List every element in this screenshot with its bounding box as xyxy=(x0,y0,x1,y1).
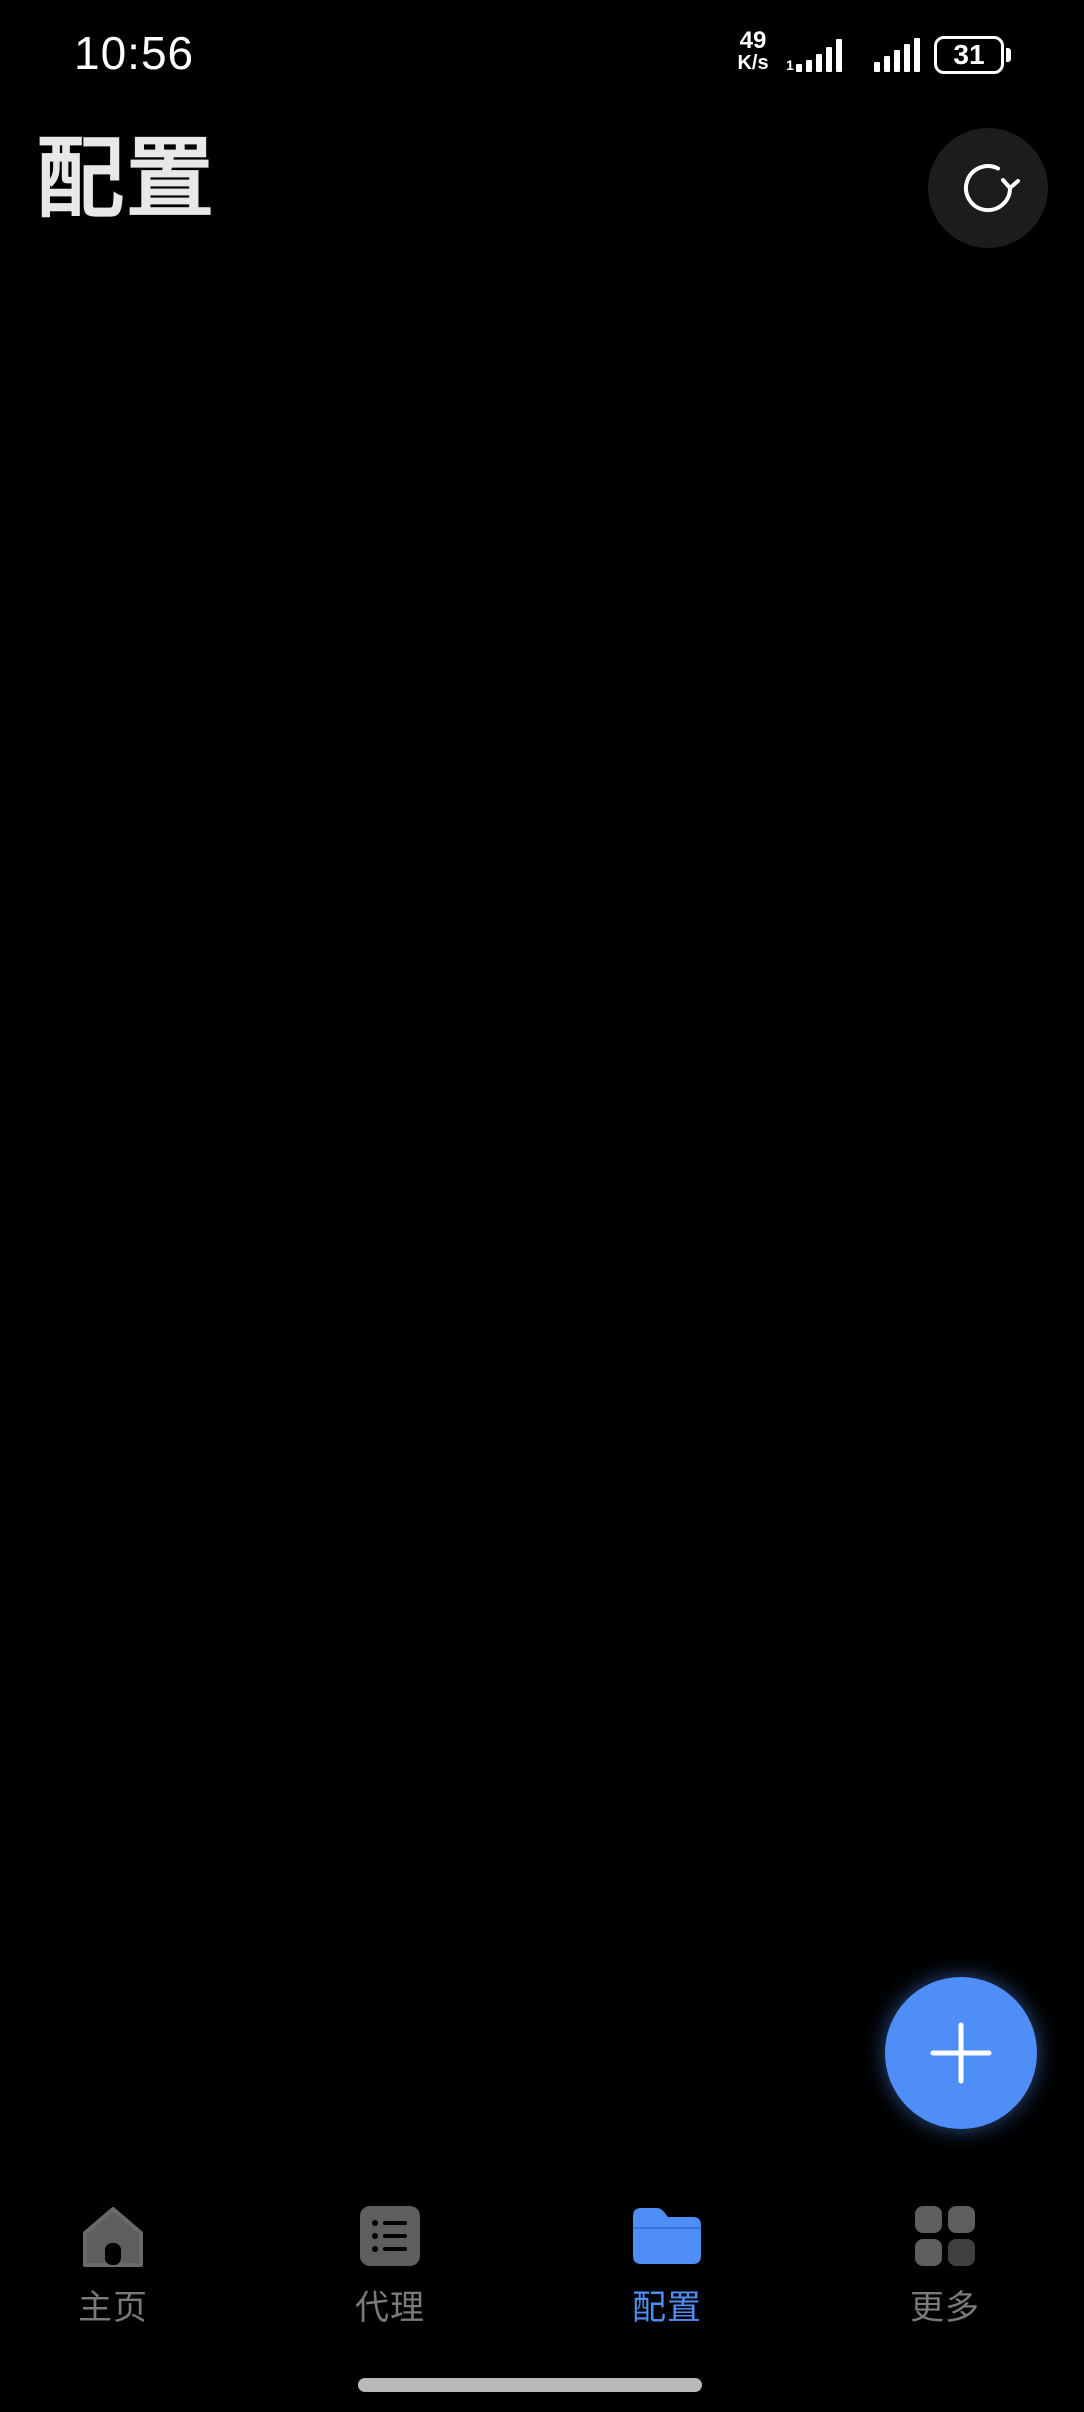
plus-icon xyxy=(930,2022,992,2084)
home-indicator[interactable] xyxy=(358,2378,702,2392)
signal-strength-icon: 1 xyxy=(786,39,842,73)
nav-label-config: 配置 xyxy=(632,2288,702,2328)
network-speed-unit: K/s xyxy=(737,52,769,74)
nav-item-config[interactable]: 配置 xyxy=(577,2190,757,2340)
bottom-nav: 主页 代理 配置 更多 xyxy=(0,2190,1084,2350)
page-title: 配置 xyxy=(36,127,217,230)
nav-item-home[interactable]: 主页 xyxy=(23,2190,203,2340)
home-icon xyxy=(77,2200,149,2272)
nav-label-home: 主页 xyxy=(78,2288,148,2328)
nav-item-more[interactable]: 更多 xyxy=(855,2190,1035,2340)
refresh-icon xyxy=(964,164,1020,213)
network-speed-value: 49 xyxy=(739,27,767,54)
battery-icon: 31 xyxy=(934,36,1004,74)
nav-label-more: 更多 xyxy=(910,2288,980,2328)
network-speed: 49 K/s xyxy=(730,27,776,75)
nav-item-proxy[interactable]: 代理 xyxy=(300,2190,480,2340)
status-bar: 10:56 49 K/s 1 31 xyxy=(0,0,1084,110)
add-config-button[interactable] xyxy=(885,1977,1037,2129)
list-icon xyxy=(354,2200,426,2272)
status-time: 10:56 xyxy=(74,27,195,79)
signal-strength-icon-2 xyxy=(874,38,920,72)
folder-icon xyxy=(631,2200,703,2272)
svg-text:1: 1 xyxy=(786,57,794,73)
battery-tip xyxy=(1006,48,1011,62)
refresh-button[interactable] xyxy=(928,128,1048,248)
grid-icon xyxy=(909,2200,981,2272)
nav-label-proxy: 代理 xyxy=(355,2288,425,2328)
